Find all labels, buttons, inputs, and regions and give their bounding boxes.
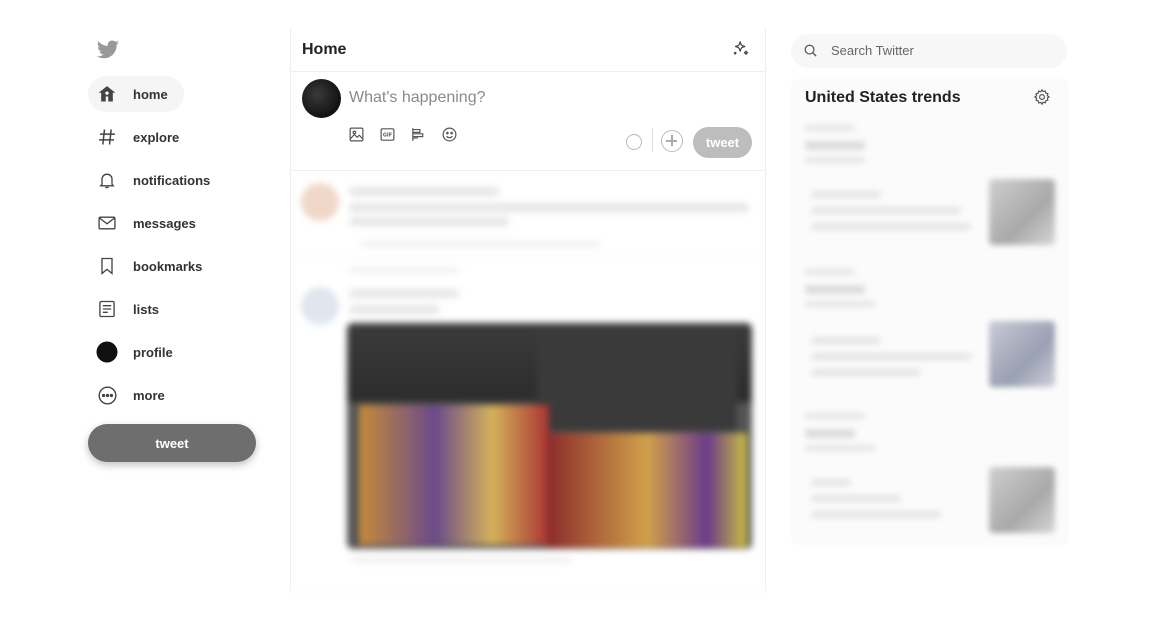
sidebar-item-label: notifications <box>133 172 211 188</box>
search-input[interactable] <box>829 42 1053 59</box>
list-icon <box>96 298 118 320</box>
trend-thumbnail[interactable] <box>989 179 1055 245</box>
tweet-card[interactable] <box>291 259 765 590</box>
avatar[interactable] <box>302 79 341 118</box>
image-icon[interactable] <box>347 125 365 143</box>
add-tweet-thread-button[interactable] <box>661 130 683 152</box>
sidebar-item-more[interactable]: more <box>88 377 268 413</box>
bookmark-icon <box>96 255 118 277</box>
sidebar-item-label: profile <box>133 344 173 360</box>
avatar-icon <box>96 341 118 363</box>
avatar[interactable] <box>301 287 339 325</box>
sidebar-tweet-button[interactable]: tweet <box>88 424 256 462</box>
sidebar-item-home[interactable]: home <box>88 76 184 112</box>
tweet-media[interactable] <box>347 323 752 549</box>
hash-icon <box>96 126 118 148</box>
twitter-bird-icon[interactable] <box>96 38 120 62</box>
composer-tweet-button[interactable]: tweet <box>693 127 752 158</box>
character-counter-ring <box>626 134 642 150</box>
poll-icon[interactable] <box>409 125 427 143</box>
sidebar-item-label: home <box>133 86 168 102</box>
sidebar-item-profile[interactable]: profile <box>88 334 268 370</box>
gear-icon[interactable] <box>1033 88 1051 106</box>
sparkle-icon[interactable] <box>731 39 751 59</box>
composer-toolbar: GIF <box>347 125 471 143</box>
tweet-card[interactable] <box>291 171 765 259</box>
sidebar-item-label: explore <box>133 129 180 145</box>
home-icon <box>96 83 118 105</box>
divider <box>652 128 653 152</box>
sidebar-nav: home explore notifications messages book… <box>88 76 268 420</box>
search-icon <box>804 44 817 57</box>
sidebar-item-messages[interactable]: messages <box>88 205 268 241</box>
tweet-composer: GIF tweet <box>291 72 765 171</box>
mail-icon <box>96 212 118 234</box>
main-timeline: Home GIF tweet <box>290 28 766 590</box>
sidebar-item-label: lists <box>133 301 160 317</box>
trend-thumbnail[interactable] <box>989 467 1055 533</box>
more-icon <box>96 384 118 406</box>
search-bar[interactable] <box>791 34 1067 68</box>
bell-icon <box>96 169 118 191</box>
sidebar-item-label: more <box>133 387 165 403</box>
sidebar-item-explore[interactable]: explore <box>88 119 268 155</box>
gif-icon[interactable]: GIF <box>378 125 396 143</box>
trends-panel: United States trends <box>791 79 1069 545</box>
sidebar-item-label: bookmarks <box>133 258 203 274</box>
trend-thumbnail[interactable] <box>989 321 1055 387</box>
trends-list <box>791 117 1069 543</box>
page-title: Home <box>302 41 347 58</box>
composer-input[interactable] <box>347 88 701 108</box>
sidebar-item-notifications[interactable]: notifications <box>88 162 268 198</box>
trends-title: United States trends <box>805 89 961 106</box>
sidebar-item-lists[interactable]: lists <box>88 291 268 327</box>
emoji-icon[interactable] <box>440 125 458 143</box>
timeline-feed <box>291 171 765 590</box>
avatar[interactable] <box>301 183 339 221</box>
timeline-header: Home <box>291 28 765 72</box>
sidebar-item-label: messages <box>133 215 196 231</box>
svg-text:GIF: GIF <box>382 132 391 138</box>
sidebar-item-bookmarks[interactable]: bookmarks <box>88 248 268 284</box>
